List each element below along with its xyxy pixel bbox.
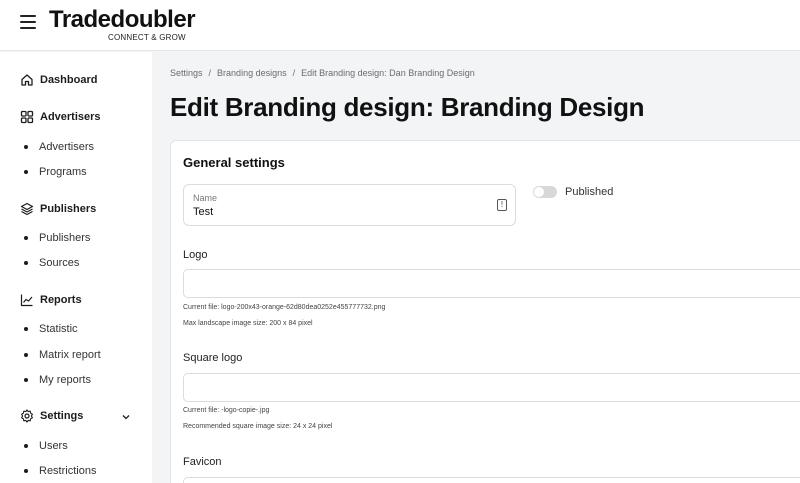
breadcrumb: Settings / Branding designs / Edit Branding …	[170, 68, 475, 78]
bullet-icon	[24, 145, 28, 149]
bullet-icon	[24, 353, 28, 357]
section-title: General settings	[183, 155, 285, 170]
sidebar-item-label: Dashboard	[40, 74, 98, 86]
logo-size-hint: Max landscape image size: 200 x 84 pixel	[183, 320, 313, 327]
sidebar-item-restrictions[interactable]: Restrictions	[24, 465, 96, 477]
sidebar-item-label: Programs	[39, 166, 87, 178]
sidebar-section-advertisers[interactable]: Advertisers	[20, 110, 101, 124]
sidebar-item-programs[interactable]: Programs	[24, 166, 87, 178]
toggle-knob	[534, 187, 544, 197]
brand-tagline: CONNECT & GROW	[108, 33, 186, 42]
top-bar: Tradedoubler CONNECT & GROW	[0, 0, 800, 51]
sidebar-item-label: Statistic	[39, 323, 78, 335]
sidebar-item-dashboard[interactable]: Dashboard	[20, 73, 97, 87]
published-toggle[interactable]	[533, 186, 557, 198]
hamburger-menu-icon[interactable]	[20, 15, 36, 29]
square-logo-file-input[interactable]	[183, 373, 800, 402]
sidebar-item-label: Restrictions	[39, 465, 97, 477]
bullet-icon	[24, 469, 28, 473]
home-icon	[21, 74, 33, 86]
sidebar-item-label: My reports	[39, 374, 91, 386]
sidebar-item-my-reports[interactable]: My reports	[24, 374, 91, 386]
sidebar-item-matrix-report[interactable]: Matrix report	[24, 349, 101, 361]
bullet-icon	[24, 236, 28, 240]
layers-icon	[20, 202, 34, 216]
sidebar-item-publishers[interactable]: Publishers	[24, 232, 90, 244]
sidebar-section-reports[interactable]: Reports	[20, 293, 82, 307]
gear-icon	[21, 409, 33, 423]
breadcrumb-separator: /	[292, 68, 296, 78]
square-logo-size-hint: Recommended square image size: 24 x 24 p…	[183, 423, 333, 430]
sidebar-item-label: Advertisers	[39, 141, 95, 153]
sidebar-item-label: Publishers	[39, 232, 91, 244]
sidebar-item-sources[interactable]: Sources	[24, 257, 79, 269]
main-content: Settings / Branding designs / Edit Branding …	[152, 52, 800, 483]
sidebar-section-label: Reports	[40, 294, 82, 306]
sidebar: Dashboard Advertisers Advertisers Progra…	[0, 52, 152, 483]
square-logo-label: Square logo	[183, 352, 243, 364]
sidebar-item-advertisers[interactable]: Advertisers	[24, 141, 94, 153]
brand-logo[interactable]: Tradedoubler	[49, 6, 196, 34]
alert-icon: !	[497, 199, 507, 211]
breadcrumb-current: Edit Branding design: Dan Branding Desig…	[301, 68, 475, 78]
favicon-label: Favicon	[183, 456, 222, 468]
grid-icon	[20, 110, 34, 124]
breadcrumb-separator: /	[208, 68, 212, 78]
favicon-file-input[interactable]	[183, 477, 800, 483]
bullet-icon	[24, 378, 28, 382]
general-settings-card: General settings Name Test ! Published L…	[170, 140, 800, 483]
name-label: Name	[193, 193, 218, 203]
breadcrumb-branding-designs[interactable]: Branding designs	[217, 68, 287, 78]
published-label: Published	[565, 186, 614, 198]
sidebar-section-publishers[interactable]: Publishers	[20, 202, 96, 216]
breadcrumb-settings[interactable]: Settings	[170, 68, 203, 78]
sidebar-item-label: Matrix report	[39, 349, 101, 361]
bullet-icon	[24, 170, 28, 174]
chart-icon	[20, 294, 33, 307]
bullet-icon	[24, 261, 28, 265]
sidebar-section-label: Publishers	[40, 203, 97, 215]
name-field[interactable]: Name Test !	[183, 184, 516, 226]
logo-current-file: Current file: logo-200x43-orange-62d80de…	[183, 304, 386, 311]
name-value[interactable]: Test	[193, 206, 213, 218]
sidebar-section-settings[interactable]: Settings	[20, 409, 83, 423]
bullet-icon	[24, 444, 28, 448]
bullet-icon	[24, 327, 28, 331]
logo-label: Logo	[183, 249, 208, 261]
sidebar-section-label: Settings	[40, 410, 84, 422]
square-logo-current-file: Current file: -logo-copie-.jpg	[183, 407, 270, 414]
sidebar-item-label: Users	[39, 440, 68, 452]
sidebar-item-statistic[interactable]: Statistic	[24, 323, 78, 335]
chevron-down-icon[interactable]	[122, 413, 130, 421]
sidebar-section-label: Advertisers	[40, 111, 101, 123]
sidebar-item-label: Sources	[39, 257, 80, 269]
page-title: Edit Branding design: Branding Design	[170, 92, 645, 122]
logo-file-input[interactable]	[183, 269, 800, 298]
sidebar-item-users[interactable]: Users	[24, 440, 68, 452]
